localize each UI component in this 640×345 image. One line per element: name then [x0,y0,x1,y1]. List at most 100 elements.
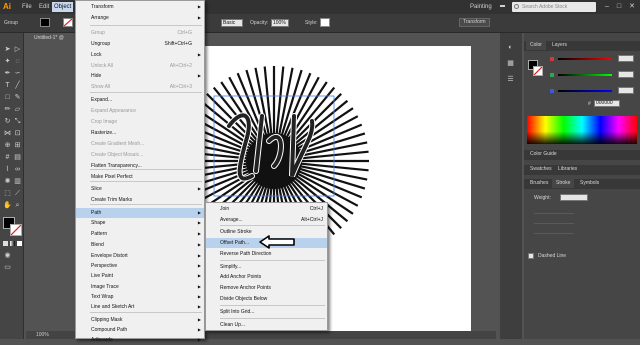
menu-object[interactable]: Object [52,2,74,12]
object-menu-item-line-and-sketch-art[interactable]: Line and Sketch Art ▶ [76,302,204,312]
shape-builder-tool-icon[interactable]: ⊕ [3,141,12,150]
tab-color-guide[interactable]: Color Guide [526,150,561,159]
menu-file[interactable]: File [20,2,34,12]
lasso-tool-icon[interactable]: ◌ [13,57,22,66]
line-tool-icon[interactable]: ╱ [13,81,22,90]
object-menu-item-clipping-mask[interactable]: Clipping Mask ▶ [76,315,204,325]
none-mode-icon[interactable] [17,241,22,246]
green-slider[interactable] [558,74,612,76]
gradient-tool-icon[interactable]: ▤ [13,153,22,162]
maximize-icon[interactable]: □ [614,2,624,12]
tab-symbols[interactable]: Symbols [576,179,603,188]
artboard-tool-icon[interactable]: ⬚ [3,189,12,198]
object-menu-item-path[interactable]: Path ▶ [76,208,204,218]
paintbrush-tool-icon[interactable]: ✎ [13,93,22,102]
object-menu-item-group[interactable]: Group Ctrl+G [76,28,204,38]
stroke-swatch[interactable] [63,18,73,27]
rotate-tool-icon[interactable]: ↻ [3,117,12,126]
tab-layers[interactable]: Layers [548,41,571,50]
opacity-input[interactable]: 100% [271,19,289,27]
tab-libraries[interactable]: Libraries [554,165,581,174]
mesh-tool-icon[interactable]: # [3,153,12,162]
pencil-tool-icon[interactable]: ✏ [3,105,12,114]
object-menu-item-ungroup[interactable]: Ungroup Shift+Ctrl+G [76,39,204,49]
path-submenu-item-simplify[interactable]: Simplify... [206,262,327,272]
stroke-style-field[interactable]: Basic [221,19,243,27]
path-submenu-item-remove-anchor-points[interactable]: Remove Anchor Points [206,283,327,293]
draw-mode-icon[interactable]: ◉ [3,251,12,260]
type-tool-icon[interactable]: T [3,81,12,90]
direct-selection-tool-icon[interactable]: ▷ [13,45,22,54]
symbol-sprayer-tool-icon[interactable]: ✺ [3,177,12,186]
object-menu-item-unlock-all[interactable]: Unlock All Alt+Ctrl+2 [76,61,204,71]
screen-mode-icon[interactable]: ▭ [3,263,12,272]
color-panel-icon[interactable]: ◐ [506,43,515,52]
object-menu-item-perspective[interactable]: Perspective ▶ [76,261,204,271]
object-menu-item-show-all[interactable]: Show All Alt+Ctrl+3 [76,82,204,92]
path-submenu-item-split-into-grid[interactable]: Split Into Grid... [206,307,327,317]
hex-input[interactable]: 000000 [594,100,620,107]
slice-tool-icon[interactable]: ⟋ [13,189,22,198]
color-mode-icon[interactable] [3,241,8,246]
object-menu-item-envelope-distort[interactable]: Envelope Distort ▶ [76,251,204,261]
graphic-style-swatch[interactable] [320,18,330,27]
rectangle-tool-icon[interactable]: □ [3,93,12,102]
blue-value-input[interactable] [618,87,634,94]
object-menu-item-hide[interactable]: Hide ▶ [76,71,204,81]
tab-swatches[interactable]: Swatches [526,165,556,174]
object-menu-item-crop-image[interactable]: Crop Image [76,117,204,127]
close-icon[interactable]: ✕ [627,2,637,12]
object-menu-item-artboards[interactable]: Artboards ▶ [76,335,204,345]
object-menu-item-arrange[interactable]: Arrange ▶ [76,13,204,23]
object-menu-item-live-paint[interactable]: Live Paint ▶ [76,271,204,281]
object-menu-item-slice[interactable]: Slice ▶ [76,184,204,194]
column-graph-tool-icon[interactable]: ▥ [13,177,22,186]
weight-input[interactable] [560,194,588,201]
object-menu-item-pattern[interactable]: Pattern ▶ [76,229,204,239]
pen-tool-icon[interactable]: ✒ [3,69,12,78]
fill-swatch[interactable] [40,18,50,27]
object-menu-item-rasterize[interactable]: Rasterize... [76,128,204,138]
object-menu-item-image-trace[interactable]: Image Trace ▶ [76,282,204,292]
object-menu-item-transform[interactable]: Transform ▶ [76,2,204,12]
selection-tool-icon[interactable]: ➤ [3,45,12,54]
eyedropper-tool-icon[interactable]: ⌇ [3,165,12,174]
object-menu-item-expand[interactable]: Expand... [76,95,204,105]
scale-tool-icon[interactable]: ⤡ [13,117,22,126]
red-slider[interactable] [558,58,612,60]
perspective-grid-tool-icon[interactable]: ⊞ [13,141,22,150]
object-menu-item-create-gradient-mesh[interactable]: Create Gradient Mesh... [76,139,204,149]
blue-slider[interactable] [558,90,612,92]
path-submenu-item-add-anchor-points[interactable]: Add Anchor Points [206,272,327,282]
red-value-input[interactable] [618,55,634,62]
tab-stroke[interactable]: Stroke [552,179,575,188]
curvature-tool-icon[interactable]: ∽ [13,69,22,78]
properties-panel-icon[interactable]: ☰ [506,75,515,84]
tab-brushes[interactable]: Brushes [526,179,552,188]
stroke-color-icon[interactable] [10,224,22,236]
blend-tool-icon[interactable]: ∞ [13,165,22,174]
menu-edit[interactable]: Edit [37,2,51,12]
object-menu-item-text-wrap[interactable]: Text Wrap ▶ [76,292,204,302]
stock-search-input[interactable]: Search Adobe Stock [512,2,596,12]
object-menu-item-lock[interactable]: Lock ▶ [76,50,204,60]
zoom-tool-icon[interactable]: ⌕ [13,201,22,210]
path-submenu-item-divide-objects-below[interactable]: Divide Objects Below [206,294,327,304]
hand-tool-icon[interactable]: ✋ [3,201,12,210]
path-submenu-item-clean-up[interactable]: Clean Up... [206,320,327,330]
tab-color[interactable]: Color [526,41,546,50]
eraser-tool-icon[interactable]: ▱ [13,105,22,114]
workspace-switcher[interactable]: Painting [470,2,492,12]
path-submenu-item-average[interactable]: Average... Alt+Ctrl+J [206,215,327,225]
object-menu-item-blend[interactable]: Blend ▶ [76,240,204,250]
gradient-mode-icon[interactable] [10,241,15,246]
free-transform-tool-icon[interactable]: ⊡ [13,129,22,138]
object-menu-item-expand-appearance[interactable]: Expand Appearance [76,106,204,116]
object-menu-item-create-object-mosaic[interactable]: Create Object Mosaic... [76,150,204,160]
workspace-chevron-icon[interactable] [500,5,505,9]
green-value-input[interactable] [618,71,634,78]
magic-wand-tool-icon[interactable]: ✦ [3,57,12,66]
color-spectrum[interactable] [527,116,637,144]
object-menu-item-shape[interactable]: Shape ▶ [76,218,204,228]
panel-stroke-swatch[interactable] [533,66,543,76]
